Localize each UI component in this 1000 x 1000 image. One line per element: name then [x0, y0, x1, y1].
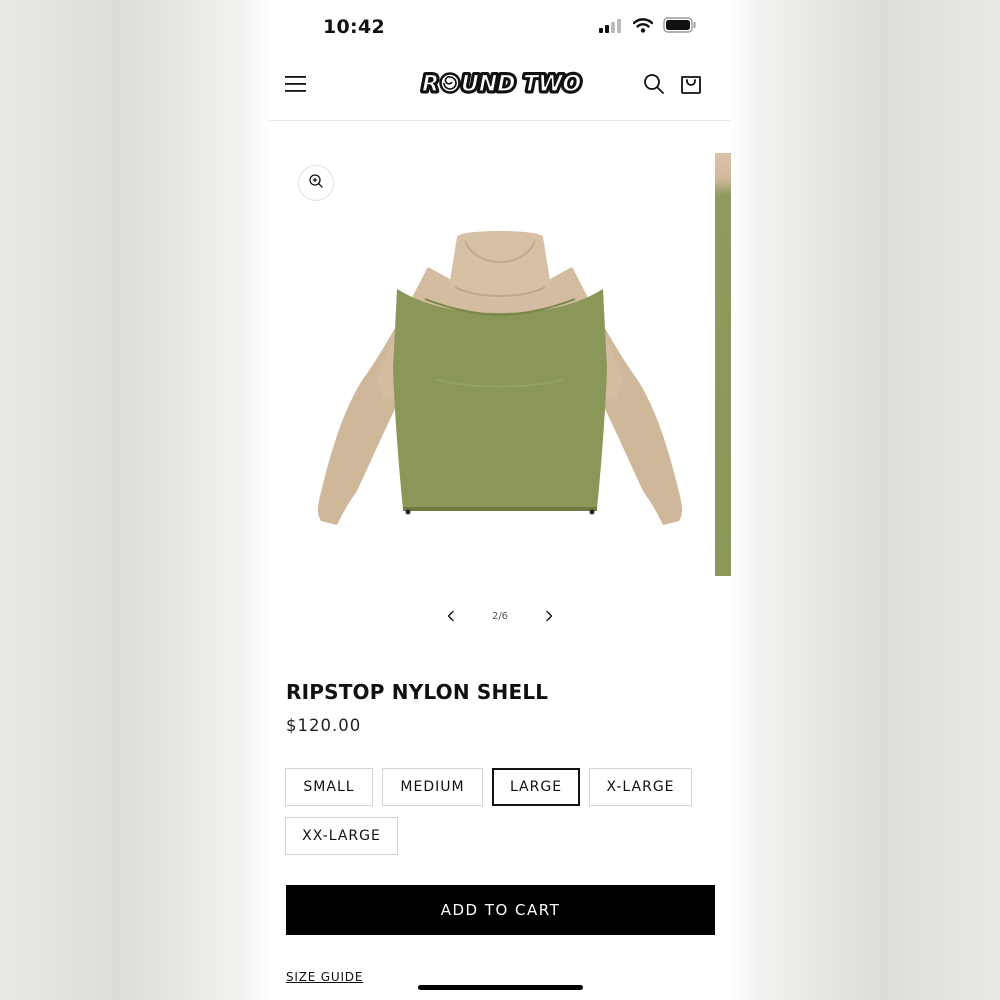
status-icons [599, 17, 697, 37]
next-image-preview[interactable] [715, 153, 731, 576]
search-button[interactable] [638, 70, 670, 102]
battery-icon [663, 17, 697, 37]
size-option-large[interactable]: LARGE [492, 768, 580, 806]
zoom-button[interactable] [298, 165, 334, 201]
product-title: RIPSTOP NYLON SHELL [286, 680, 549, 704]
product-image-jacket [305, 229, 695, 529]
next-image-button[interactable] [537, 604, 561, 628]
size-option-medium[interactable]: MEDIUM [382, 768, 483, 806]
size-option-x-large[interactable]: X-LARGE [589, 768, 692, 806]
product-price: $120.00 [286, 716, 362, 735]
status-bar: 10:42 [269, 0, 731, 56]
svg-text:R: R [422, 72, 439, 97]
wifi-icon [632, 17, 654, 37]
svg-text:UND TWO: UND TWO [461, 72, 581, 97]
size-option-small[interactable]: SMALL [285, 768, 373, 806]
product-gallery[interactable]: 2/6 [269, 121, 731, 641]
phone-screen: 10:42 R R UND TWO UND TWO 2/6 RIPSTOP NY… [269, 0, 731, 1000]
chevron-left-icon [445, 607, 457, 626]
menu-button[interactable] [280, 70, 312, 102]
prev-image-button[interactable] [439, 604, 463, 628]
menu-icon [284, 74, 308, 98]
cellular-signal-icon [599, 18, 623, 37]
search-icon [642, 72, 666, 100]
gallery-pager: 2/6 [439, 601, 561, 631]
home-indicator[interactable] [418, 985, 583, 990]
add-to-cart-button[interactable]: ADD TO CART [286, 885, 715, 935]
chevron-right-icon [543, 607, 555, 626]
size-option-xx-large[interactable]: XX-LARGE [285, 817, 398, 855]
status-time: 10:42 [323, 16, 385, 38]
zoom-in-icon [308, 173, 324, 193]
image-counter: 2/6 [491, 610, 509, 622]
cart-button[interactable] [675, 70, 707, 102]
size-guide-link[interactable]: SIZE GUIDE [286, 970, 363, 984]
site-header: R R UND TWO UND TWO [269, 56, 731, 121]
site-logo[interactable]: R R UND TWO UND TWO [419, 68, 584, 100]
cart-icon [679, 72, 703, 100]
